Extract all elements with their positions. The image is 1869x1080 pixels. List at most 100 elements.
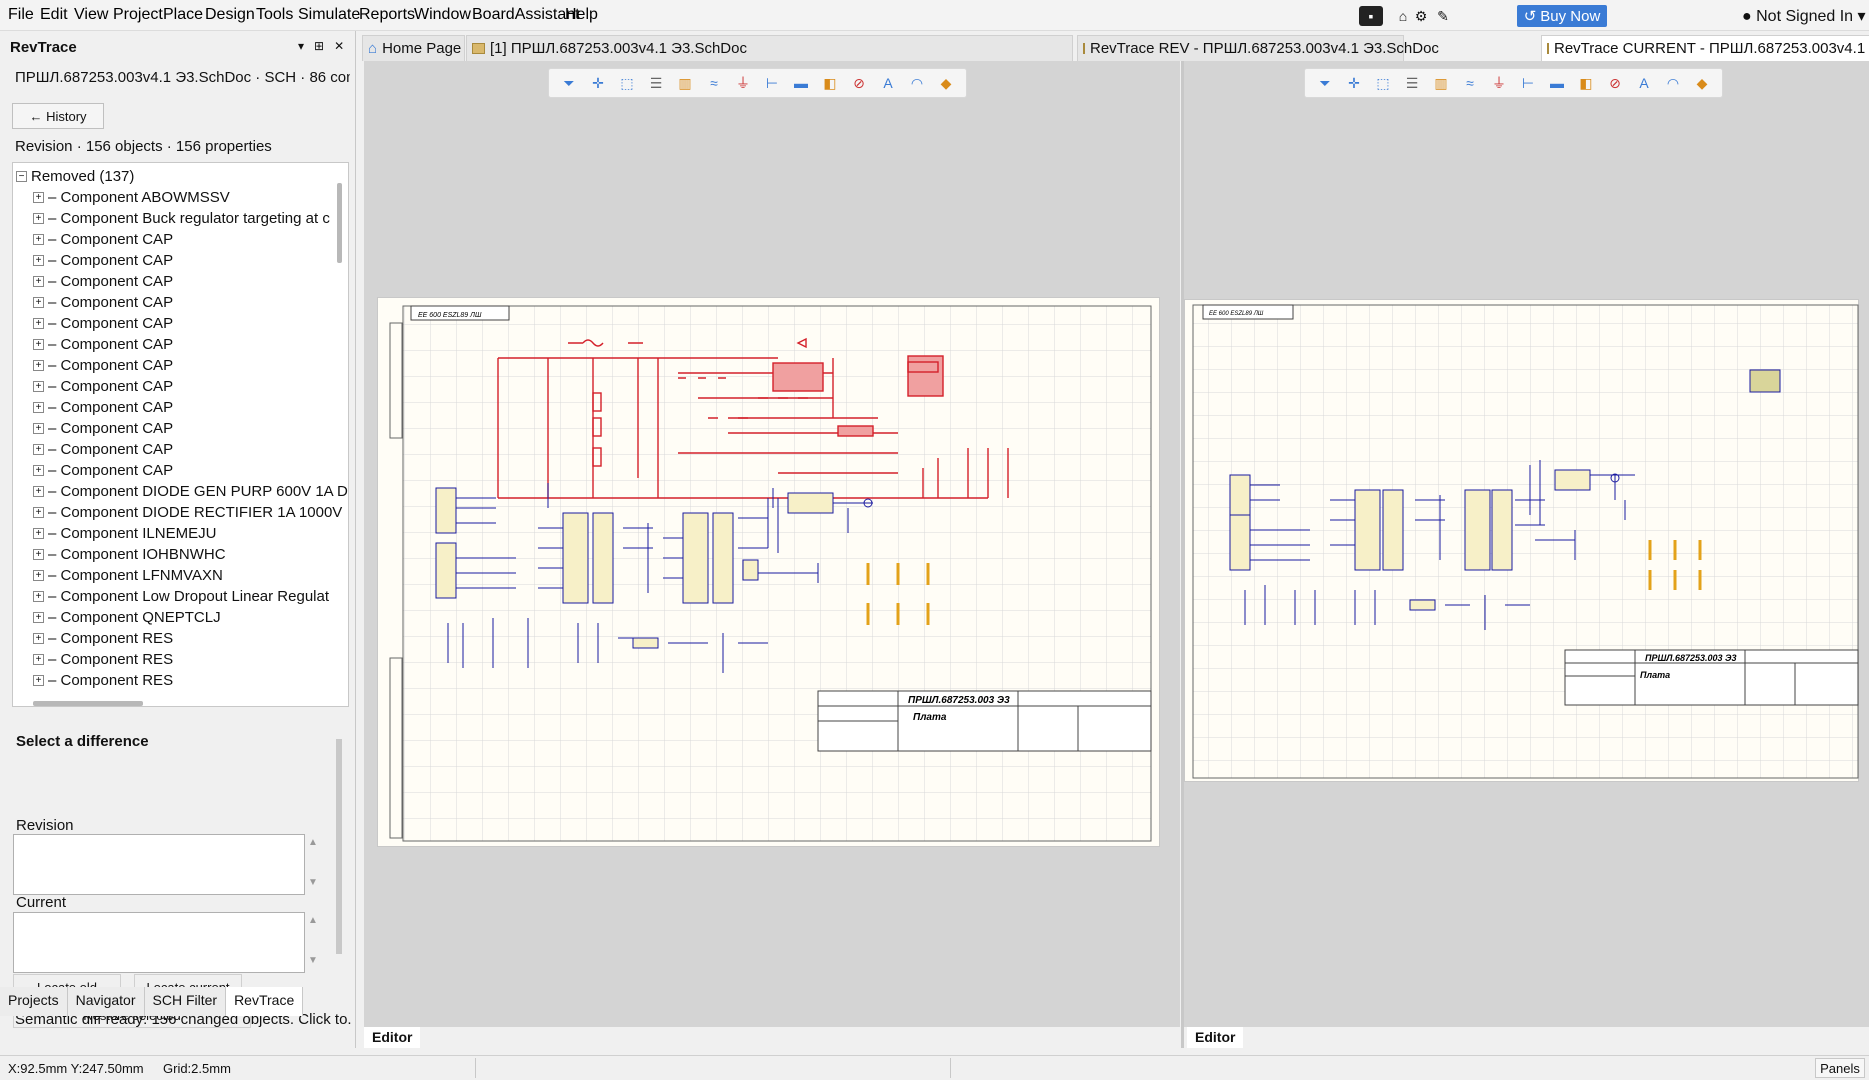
tree-item[interactable]: + – Component CAP bbox=[33, 418, 348, 439]
directive-icon[interactable]: ⊘ bbox=[1605, 75, 1625, 92]
expand-icon[interactable]: + bbox=[33, 591, 44, 602]
menu-edit[interactable]: Edit bbox=[40, 6, 68, 24]
menu-help[interactable]: Help bbox=[565, 6, 598, 24]
tree-item[interactable]: + – Component LFNMVAXN bbox=[33, 565, 348, 586]
scroll-up-icon[interactable]: ▲ bbox=[308, 837, 318, 848]
arc-icon[interactable]: ◠ bbox=[1663, 75, 1683, 92]
tree-item[interactable]: + – Component IOHBNWHC bbox=[33, 544, 348, 565]
tab-navigator[interactable]: Navigator bbox=[67, 987, 145, 1016]
tab-revtrace-current[interactable]: RevTrace CURRENT - ПРШЛ.687253.003v4.1 Э… bbox=[1541, 35, 1869, 61]
scroll-down-icon[interactable]: ▼ bbox=[308, 955, 318, 966]
tree-item[interactable]: + – Component DIODE RECTIFIER 1A 1000V bbox=[33, 502, 348, 523]
gear-icon[interactable]: ⚙ bbox=[1410, 6, 1432, 26]
expand-icon[interactable]: + bbox=[33, 465, 44, 476]
expand-icon[interactable]: + bbox=[33, 570, 44, 581]
expand-icon[interactable]: + bbox=[33, 297, 44, 308]
text-icon[interactable]: A bbox=[1634, 75, 1654, 91]
chat-icon[interactable]: ▪ bbox=[1359, 6, 1383, 26]
tab-revtrace[interactable]: RevTrace bbox=[226, 987, 304, 1016]
tree-vertical-scrollbar[interactable] bbox=[337, 183, 342, 263]
tree-item[interactable]: + – Component CAP bbox=[33, 397, 348, 418]
close-icon[interactable]: ✕ bbox=[334, 39, 344, 53]
expand-icon[interactable]: + bbox=[33, 276, 44, 287]
account-menu[interactable]: ● Not Signed In ▾ bbox=[1742, 6, 1866, 26]
filter-icon[interactable]: ⏷ bbox=[559, 75, 579, 92]
history-button[interactable]: ← History bbox=[12, 103, 104, 129]
align-icon[interactable]: ☰ bbox=[646, 75, 666, 92]
tree-item[interactable]: + – Component CAP bbox=[33, 439, 348, 460]
tree-item[interactable]: + – Component CAP bbox=[33, 250, 348, 271]
menu-reports[interactable]: Reports bbox=[359, 6, 415, 24]
tree-item[interactable]: + – Component DIODE GEN PURP 600V 1A D bbox=[33, 481, 348, 502]
tree-root-removed[interactable]: − Removed (137) bbox=[16, 166, 336, 187]
tree-item[interactable]: + – Component CAP bbox=[33, 355, 348, 376]
tree-item[interactable]: + – Component CAP bbox=[33, 292, 348, 313]
tab-home-page[interactable]: ⌂ Home Page bbox=[362, 35, 465, 61]
tab-document-1[interactable]: [1] ПРШЛ.687253.003v4.1 Э3.SchDoc bbox=[466, 35, 1073, 61]
shape-icon[interactable]: ◆ bbox=[936, 75, 956, 92]
tree-item[interactable]: + – Component RES bbox=[33, 670, 348, 691]
tree-item[interactable]: + – Component Buck regulator targeting at… bbox=[33, 208, 348, 229]
menu-window[interactable]: Window bbox=[414, 6, 471, 24]
expand-icon[interactable]: + bbox=[33, 612, 44, 623]
ground-icon[interactable]: ⏚ bbox=[1489, 73, 1509, 93]
menu-design[interactable]: Design bbox=[205, 6, 255, 24]
buy-now-button[interactable]: ↺ Buy Now bbox=[1517, 5, 1607, 27]
wire-icon[interactable]: ≈ bbox=[1460, 75, 1480, 91]
tree-item[interactable]: + – Component QNEPTCLJ bbox=[33, 607, 348, 628]
expand-icon[interactable]: + bbox=[33, 549, 44, 560]
menu-simulate[interactable]: Simulate bbox=[298, 6, 360, 24]
scroll-up-icon[interactable]: ▲ bbox=[308, 915, 318, 926]
expand-icon[interactable]: + bbox=[33, 654, 44, 665]
menu-project[interactable]: Project bbox=[113, 6, 163, 24]
tree-item[interactable]: + – Component Low Dropout Linear Regulat bbox=[33, 586, 348, 607]
harness-icon[interactable]: ▬ bbox=[791, 75, 811, 91]
current-textbox[interactable] bbox=[13, 912, 305, 973]
select-rect-icon[interactable]: ⬚ bbox=[617, 75, 637, 92]
expand-icon[interactable]: + bbox=[33, 213, 44, 224]
harness-icon[interactable]: ▬ bbox=[1547, 75, 1567, 91]
bus-icon[interactable]: ⊢ bbox=[762, 75, 782, 92]
expand-icon[interactable]: + bbox=[33, 360, 44, 371]
move-icon[interactable]: ✛ bbox=[588, 75, 608, 92]
bus-icon[interactable]: ⊢ bbox=[1518, 75, 1538, 92]
menu-file[interactable]: File bbox=[8, 6, 34, 24]
menu-place[interactable]: Place bbox=[163, 6, 203, 24]
tree-item[interactable]: + – Component RES bbox=[33, 628, 348, 649]
expand-icon[interactable]: + bbox=[33, 234, 44, 245]
component-icon[interactable]: ▥ bbox=[675, 75, 695, 92]
pin-icon[interactable]: ⊞ bbox=[314, 39, 324, 53]
tree-item[interactable]: + – Component ILNEMEJU bbox=[33, 523, 348, 544]
expand-icon[interactable]: + bbox=[33, 318, 44, 329]
arc-icon[interactable]: ◠ bbox=[907, 75, 927, 92]
menu-boardassistant[interactable]: BoardAssistant bbox=[472, 6, 580, 24]
tree-horizontal-scrollbar[interactable] bbox=[33, 701, 143, 706]
tree-item[interactable]: + – Component ABOWMSSV bbox=[33, 187, 348, 208]
expand-icon[interactable]: + bbox=[33, 486, 44, 497]
menu-view[interactable]: View bbox=[74, 6, 108, 24]
tree-item[interactable]: + – Component CAP bbox=[33, 376, 348, 397]
expand-icon[interactable]: + bbox=[33, 381, 44, 392]
current-editor-tab[interactable]: Editor bbox=[1187, 1027, 1244, 1048]
current-schematic-sheet[interactable]: ЕЕ 600 ЕSZL89 ЛШ ПРШЛ.687253.003 Э3 Плат… bbox=[1184, 299, 1859, 782]
align-icon[interactable]: ☰ bbox=[1402, 75, 1422, 92]
port-icon[interactable]: ◧ bbox=[820, 75, 840, 92]
wire-icon[interactable]: ≈ bbox=[704, 75, 724, 91]
tab-revtrace-rev[interactable]: RevTrace REV - ПРШЛ.687253.003v4.1 Э3.Sc… bbox=[1077, 35, 1439, 61]
details-scrollbar[interactable] bbox=[336, 739, 342, 954]
move-icon[interactable]: ✛ bbox=[1344, 75, 1364, 92]
diff-tree[interactable]: − Removed (137) + – Component ABOWMSSV + – … bbox=[12, 162, 349, 707]
collapse-icon[interactable]: − bbox=[16, 171, 27, 182]
panel-menu-icon[interactable]: ▾ bbox=[298, 39, 304, 53]
tools-icon[interactable]: ✎ bbox=[1432, 6, 1454, 26]
panels-button[interactable]: Panels bbox=[1815, 1058, 1865, 1078]
expand-icon[interactable]: + bbox=[33, 675, 44, 686]
rev-editor-tab[interactable]: Editor bbox=[364, 1027, 421, 1048]
text-icon[interactable]: A bbox=[878, 75, 898, 91]
component-icon[interactable]: ▥ bbox=[1431, 75, 1451, 92]
tree-item[interactable]: + – Component CAP bbox=[33, 460, 348, 481]
expand-icon[interactable]: + bbox=[33, 339, 44, 350]
tree-item[interactable]: + – Component CAP bbox=[33, 271, 348, 292]
expand-icon[interactable]: + bbox=[33, 507, 44, 518]
tree-item[interactable]: + – Component CAP bbox=[33, 313, 348, 334]
